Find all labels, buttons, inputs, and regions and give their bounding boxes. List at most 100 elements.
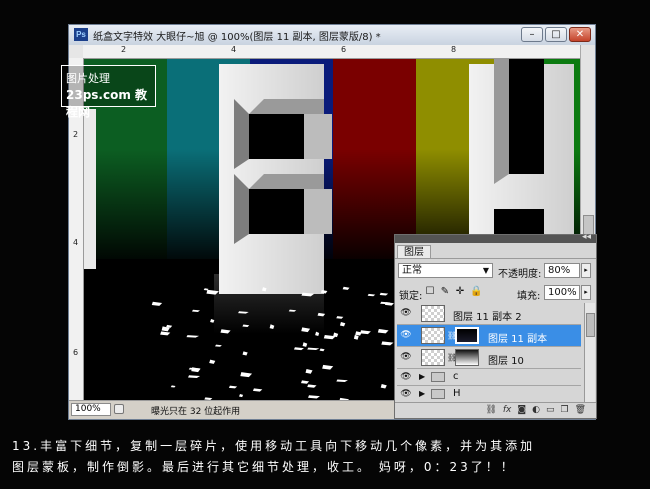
tutorial-caption: 13.丰富下细节，复制一层碎片，使用移动工具向下移动几个像素，并为其添加 图层蒙… — [12, 436, 642, 478]
debris-shard — [319, 348, 325, 352]
layer-name: 图层 11 副本 2 — [453, 312, 522, 323]
caption-line2: 图层蒙板，制作倒影。最后进行其它细节处理，收工。 妈呀，0：23了！！ — [12, 460, 516, 474]
debris-shard — [379, 292, 389, 296]
debris-shard — [170, 385, 176, 388]
mask-icon[interactable]: ◙ — [517, 403, 526, 418]
ruler-mark: 2 — [73, 130, 79, 139]
adjustment-icon[interactable]: ◐ — [532, 403, 540, 418]
debris-shard — [342, 286, 350, 290]
maximize-icon[interactable]: □ — [545, 27, 567, 42]
layer-row-selected[interactable]: 👁 ⛓ 图层 11 副本 — [397, 325, 581, 347]
ruler-mark: 6 — [73, 348, 79, 357]
eye-icon[interactable]: 👁 — [399, 389, 413, 400]
layer-mask-thumbnail[interactable] — [455, 349, 479, 366]
ruler-corner[interactable] — [69, 45, 83, 59]
eye-icon[interactable]: 👁 — [399, 330, 413, 341]
layer-group-row[interactable]: 👁 ▶ c — [397, 369, 581, 386]
debris-shard — [307, 384, 317, 388]
site-watermark: 图片处理 23ps.com 教程网 — [61, 65, 156, 119]
lock-all-icon[interactable]: 🔒 — [470, 286, 482, 297]
opacity-stepper-icon[interactable]: ▸ — [581, 263, 591, 278]
layer-name: 图层 10 — [488, 356, 524, 367]
document-title: 纸盒文字特效 大眼仔~旭 @ 100%(图层 11 副本, 图层蒙版/8) * — [93, 32, 381, 43]
tab-layers[interactable]: 图层 — [397, 245, 431, 259]
panel-footer: ⛓ fx ◙ ◐ ▭ ❐ 🗑 — [395, 402, 596, 418]
debris-shard — [339, 321, 346, 327]
layer-group-row[interactable]: 👁 ▶ H — [397, 386, 581, 403]
trash-icon[interactable]: 🗑 — [575, 403, 586, 418]
expand-triangle-icon[interactable]: ▶ — [419, 389, 425, 398]
debris-shard — [322, 364, 334, 370]
opacity-input[interactable]: 80% — [544, 263, 580, 278]
collapse-icon[interactable]: ◂◂ — [582, 232, 591, 242]
ruler-mark: 6 — [341, 45, 347, 54]
eye-icon[interactable]: 👁 — [399, 308, 413, 319]
debris-shard — [215, 344, 222, 347]
debris-shard — [242, 351, 248, 356]
lock-brush-icon[interactable]: ✎ — [440, 286, 450, 297]
debris-shard — [210, 318, 215, 323]
group-name: c — [453, 371, 459, 382]
blend-mode-select[interactable]: 正常 ▼ — [398, 263, 493, 278]
debris-shard — [360, 330, 371, 335]
layer-thumbnail — [421, 327, 445, 344]
layer-thumbnail — [421, 349, 445, 366]
zoom-level-input[interactable]: 100% — [71, 403, 111, 416]
layer-row[interactable]: 👁 图层 11 副本 2 — [397, 303, 581, 325]
debris-shard — [305, 368, 313, 374]
debris-shard — [252, 388, 263, 392]
eye-icon[interactable]: 👁 — [399, 352, 413, 363]
folder-icon[interactable]: ▭ — [546, 403, 555, 418]
minimize-icon[interactable]: – — [521, 27, 543, 42]
status-info-text: 曝光只在 32 位起作用 — [151, 407, 241, 417]
debris-shard — [353, 334, 359, 340]
debris-shard — [188, 375, 201, 379]
debris-shard — [307, 347, 320, 350]
new-layer-icon[interactable]: ❐ — [560, 403, 568, 418]
fx-icon[interactable]: fx — [503, 403, 512, 418]
close-icon[interactable]: ✕ — [569, 27, 591, 42]
panel-grip[interactable]: ◂◂ — [395, 232, 596, 243]
debris-shard — [377, 329, 389, 334]
debris-shard — [336, 316, 344, 319]
layer-name: 图层 11 副本 — [488, 334, 548, 345]
scrollbar-thumb[interactable] — [586, 313, 595, 337]
debris-shard — [302, 342, 308, 347]
debris-shard — [191, 367, 201, 373]
debris-shard — [239, 393, 244, 398]
folder-icon — [431, 372, 445, 382]
layer-row[interactable]: 👁 ⛓ 图层 10 — [397, 347, 581, 369]
debris-shard — [228, 385, 238, 389]
link-icon[interactable]: ⛓ — [485, 403, 496, 418]
folder-icon — [431, 389, 445, 399]
debris-shard — [151, 301, 163, 306]
lock-label: 锁定: — [399, 291, 423, 302]
layer-list-scrollbar[interactable] — [584, 303, 595, 403]
status-menu-icon[interactable] — [114, 404, 124, 414]
layer-mask-thumbnail[interactable] — [455, 327, 479, 344]
fill-input[interactable]: 100% — [544, 285, 580, 300]
lock-transparent-icon[interactable]: ☐ — [425, 286, 435, 297]
fill-stepper-icon[interactable]: ▸ — [581, 285, 591, 300]
layer-list: 👁 图层 11 副本 2 👁 ⛓ 图层 11 副本 👁 ⛓ 图层 10 👁 ▶ … — [397, 303, 581, 403]
expand-triangle-icon[interactable]: ▶ — [419, 372, 425, 381]
debris-shard — [300, 380, 310, 384]
eye-icon[interactable]: 👁 — [399, 372, 413, 383]
ruler-mark: 8 — [451, 45, 457, 54]
debris-shard — [160, 331, 171, 336]
caption-line1: 13.丰富下细节，复制一层碎片，使用移动工具向下移动几个像素，并为其添加 — [12, 439, 536, 453]
debris-shard — [336, 379, 348, 382]
lock-move-icon[interactable]: ✛ — [455, 286, 465, 297]
ruler-mark: 4 — [231, 45, 237, 54]
ruler-mark: 2 — [121, 45, 127, 54]
debris-shard — [308, 395, 321, 399]
layer-thumbnail — [421, 305, 445, 322]
document-titlebar[interactable]: Ps 纸盒文字特效 大眼仔~旭 @ 100%(图层 11 副本, 图层蒙版/8)… — [69, 25, 595, 46]
watermark-line2: 23ps.com 教程网 — [66, 88, 148, 119]
ruler-horizontal[interactable]: 2 4 6 8 — [83, 45, 581, 59]
debris-shard — [186, 335, 200, 338]
fill-label: 填充: — [517, 291, 541, 302]
debris-shard — [191, 309, 201, 313]
layers-panel: ◂◂ 图层 正常 ▼ 不透明度: 80% ▸ 锁定: ☐ ✎ ✛ 🔒 填充: 1… — [394, 232, 597, 419]
blend-mode-value: 正常 — [402, 265, 422, 276]
